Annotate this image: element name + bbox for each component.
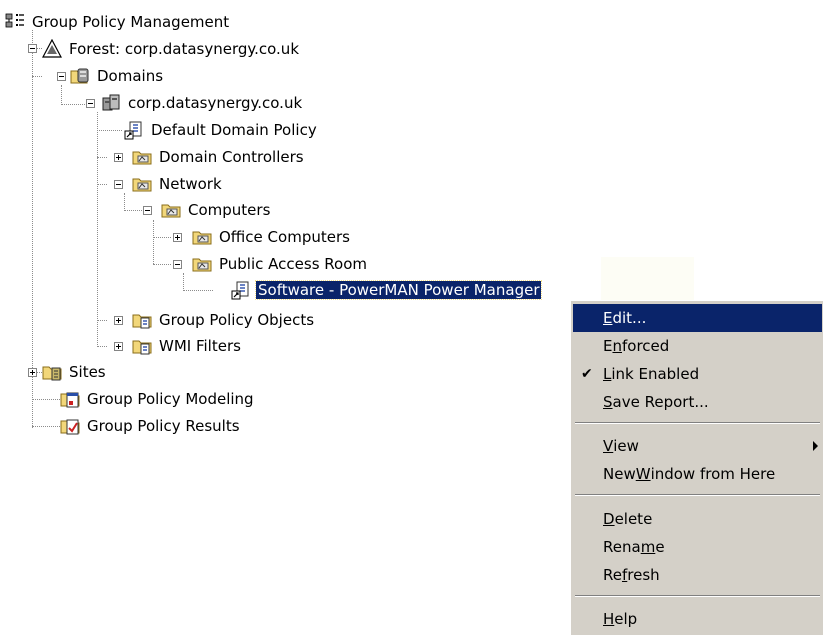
menu-accelerator: H: [603, 610, 615, 628]
menu-text: dit...: [612, 309, 647, 327]
menu-item-help[interactable]: Help: [573, 605, 822, 633]
context-menu: Edit... En forced ✔ Link Enabled Save Rep…: [570, 300, 823, 635]
menu-accelerator: W: [635, 465, 651, 483]
tree-node-public-access-room[interactable]: Public Access Room: [192, 251, 369, 277]
tree-label-default-policy: Default Domain Policy: [151, 121, 317, 139]
menu-accelerator: D: [603, 510, 615, 528]
menu-text: Re: [603, 566, 622, 584]
sites-expand-toggle[interactable]: [28, 368, 37, 377]
menu-accelerator: m: [640, 538, 656, 556]
menu-accelerator: V: [603, 437, 614, 455]
menu-item-edit[interactable]: Edit...: [573, 304, 822, 332]
tree-label-modeling: Group Policy Modeling: [87, 390, 254, 408]
menu-text: elp: [614, 610, 638, 628]
menu-text: indow from Here: [650, 465, 776, 483]
submenu-arrow-icon: [813, 441, 818, 451]
ou-folder-icon: [192, 258, 212, 272]
wmi-expand-toggle[interactable]: [114, 342, 123, 351]
ou-folder-icon: [132, 178, 152, 192]
ou-folder-icon: [161, 204, 181, 218]
ou-folder-icon: [192, 231, 212, 245]
tree-node-root[interactable]: Group Policy Management: [5, 9, 231, 35]
menu-text: E: [603, 337, 613, 355]
menu-item-save-report[interactable]: Save Report...: [573, 388, 822, 416]
menu-item-rename[interactable]: Rena m e: [573, 533, 822, 561]
menu-text: ave Report...: [612, 393, 709, 411]
tree-node-results[interactable]: Group Policy Results: [60, 413, 242, 439]
menu-accelerator: L: [603, 365, 612, 383]
domains-collapse-toggle[interactable]: [57, 72, 66, 81]
menu-item-enforced[interactable]: En forced: [573, 332, 822, 360]
tree-node-modeling[interactable]: Group Policy Modeling: [60, 386, 256, 412]
menu-accelerator: E: [603, 309, 613, 327]
tree-label-public-access-room: Public Access Room: [219, 255, 367, 273]
results-icon: [60, 419, 80, 435]
tree-label-forest: Forest: corp.datasynergy.co.uk: [69, 40, 300, 58]
gpo-link-icon: [231, 281, 249, 300]
tree-node-sites[interactable]: Sites: [42, 359, 108, 385]
menu-text: iew: [613, 437, 639, 455]
tree-label-domain: corp.datasynergy.co.uk: [128, 94, 303, 112]
tree-label-computers: Computers: [188, 201, 271, 219]
menu-accelerator: n: [612, 337, 622, 355]
tree-node-wmi-filters[interactable]: WMI Filters: [132, 333, 243, 359]
menu-item-delete[interactable]: Delete: [573, 505, 822, 533]
modeling-icon: [60, 392, 80, 408]
forest-collapse-toggle[interactable]: [28, 44, 37, 53]
checkmark-icon: ✔: [581, 366, 593, 382]
domain-collapse-toggle[interactable]: [86, 99, 95, 108]
gpo-expand-toggle[interactable]: [114, 316, 123, 325]
network-collapse-toggle[interactable]: [114, 180, 123, 189]
sites-folder-icon: [42, 366, 62, 381]
tree-node-gpo-objects[interactable]: Group Policy Objects: [132, 307, 316, 333]
tree-label-gpo-objects: Group Policy Objects: [159, 311, 315, 329]
tree-label-domains: Domains: [97, 67, 164, 85]
gpo-link-icon: [124, 121, 142, 140]
menu-item-view[interactable]: View: [573, 432, 822, 460]
tree-label-results: Group Policy Results: [87, 417, 240, 435]
tree-node-domain[interactable]: corp.datasynergy.co.uk: [101, 90, 304, 116]
tree-node-software-gpo[interactable]: Software - PowerMAN Power Manager: [231, 277, 543, 303]
domain-server-icon: [102, 94, 120, 111]
tree-label-wmi-filters: WMI Filters: [159, 337, 241, 355]
tree-node-forest[interactable]: Forest: corp.datasynergy.co.uk: [42, 36, 301, 62]
domains-folder-icon: [70, 68, 89, 84]
menu-item-new-window[interactable]: New Window from Here: [573, 460, 822, 488]
office-computers-expand-toggle[interactable]: [173, 233, 182, 242]
menu-text: resh: [627, 566, 660, 584]
wmi-folder-icon: [132, 340, 152, 355]
menu-text: ink Enabled: [611, 365, 700, 383]
tree-node-domain-controllers[interactable]: Domain Controllers: [132, 144, 306, 170]
tree-node-office-computers[interactable]: Office Computers: [192, 224, 352, 250]
gpo-container-folder-icon: [132, 314, 152, 329]
tree-node-network[interactable]: Network: [132, 171, 224, 197]
tree-label-software-gpo: Software - PowerMAN Power Manager: [254, 280, 543, 300]
menu-text: forced: [622, 337, 670, 355]
computers-collapse-toggle[interactable]: [143, 206, 152, 215]
menu-item-link-enabled[interactable]: ✔ Link Enabled: [573, 360, 822, 388]
menu-text: New: [603, 465, 636, 483]
ou-folder-icon: [132, 151, 152, 165]
menu-text: Rena: [603, 538, 641, 556]
tree-label-sites: Sites: [69, 363, 106, 381]
tree-label-domain-controllers: Domain Controllers: [159, 148, 304, 166]
menu-separator: [575, 494, 820, 496]
public-access-room-collapse-toggle[interactable]: [173, 260, 182, 269]
tree-label-network: Network: [159, 175, 222, 193]
tree-node-default-policy[interactable]: Default Domain Policy: [124, 117, 319, 143]
menu-text: elete: [614, 510, 653, 528]
menu-separator: [575, 595, 820, 597]
menu-text: e: [655, 538, 665, 556]
tree-node-computers[interactable]: Computers: [161, 197, 272, 223]
forest-icon: [42, 39, 62, 58]
menu-accelerator: S: [603, 393, 613, 411]
tree-label-root: Group Policy Management: [32, 13, 230, 31]
domain-controllers-expand-toggle[interactable]: [114, 153, 123, 162]
menu-item-refresh[interactable]: Re f resh: [573, 561, 822, 589]
tree-node-domains[interactable]: Domains: [70, 63, 165, 89]
gpmc-icon: [5, 13, 24, 28]
tree-label-office-computers: Office Computers: [219, 228, 350, 246]
background-highlight: [601, 257, 694, 304]
menu-separator: [575, 422, 820, 424]
